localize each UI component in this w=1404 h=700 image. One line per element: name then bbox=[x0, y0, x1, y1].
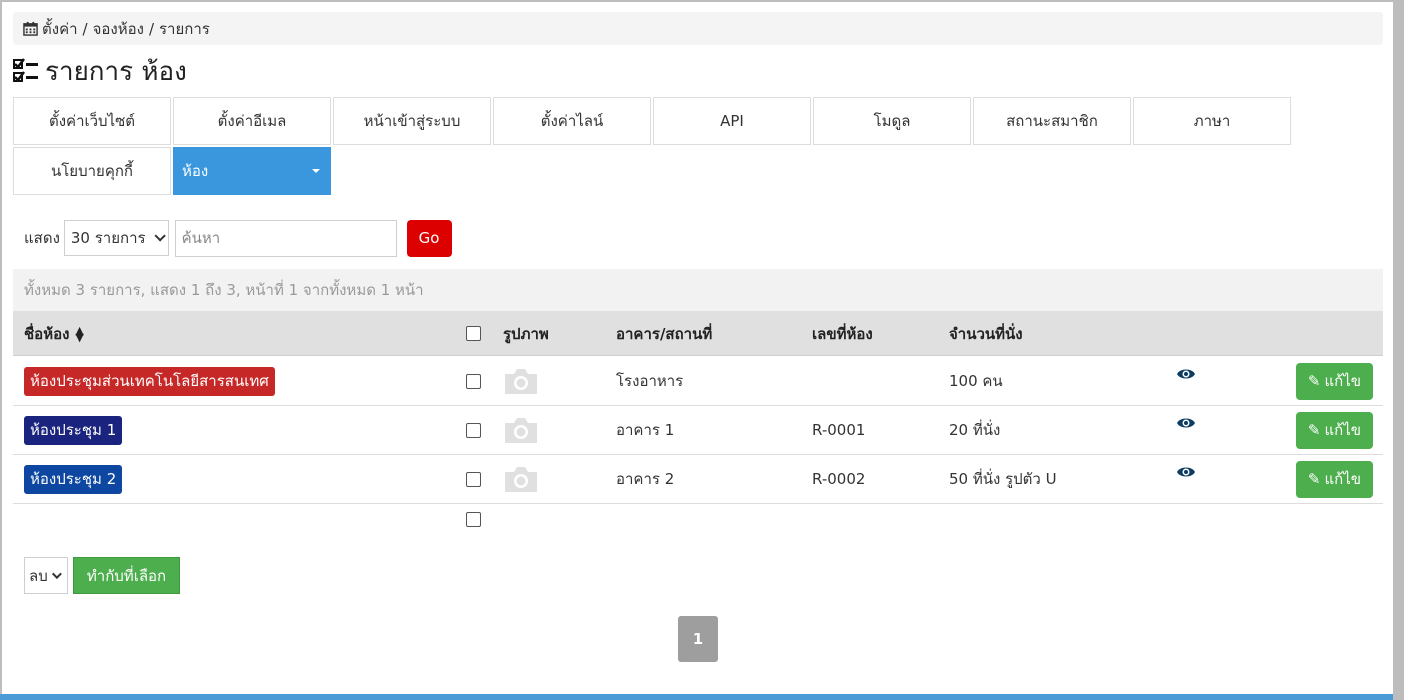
tab-label: ตั้งค่าอีเมล bbox=[217, 112, 287, 130]
list-check-icon bbox=[13, 58, 38, 82]
filter-bar: แสดง 30 รายการ Go bbox=[24, 219, 452, 257]
breadcrumb-separator: / bbox=[82, 19, 88, 38]
tab-rooms[interactable]: ห้อง bbox=[173, 147, 331, 195]
footer-checkbox-cell bbox=[466, 512, 481, 527]
page-title-row: รายการ ห้อง bbox=[13, 52, 187, 90]
eye-icon[interactable] bbox=[1176, 465, 1196, 479]
breadcrumb-booking[interactable]: จองห้อง bbox=[93, 17, 144, 41]
sort-icon: ▲ ▼ bbox=[75, 323, 84, 344]
result-summary: ทั้งหมด 3 รายการ, แสดง 1 ถึง 3, หน้าที่ … bbox=[13, 269, 1383, 311]
per-page-value: 30 รายการ bbox=[70, 229, 146, 247]
tab-member-status[interactable]: สถานะสมาชิก bbox=[973, 97, 1131, 145]
col-room-name[interactable]: ชื่อห้อง ▲ ▼ bbox=[24, 311, 84, 356]
tab-api[interactable]: API bbox=[653, 97, 811, 145]
caret-down-icon bbox=[312, 169, 320, 173]
building-cell: อาคาร 2 bbox=[616, 470, 675, 488]
tab-label: ตั้งค่าไลน์ bbox=[540, 112, 604, 130]
edit-label: แก้ไข bbox=[1324, 470, 1362, 488]
chevron-down-icon bbox=[154, 230, 166, 242]
tab-label: ห้อง bbox=[182, 162, 209, 180]
room-name-badge: ห้องประชุม 2 bbox=[24, 464, 123, 494]
apply-selected-button[interactable]: ทำกับที่เลือก bbox=[73, 557, 180, 594]
pencil-icon: ✎ bbox=[1307, 421, 1321, 439]
tab-label: สถานะสมาชิก bbox=[1006, 112, 1098, 130]
page-title: รายการ ห้อง bbox=[45, 56, 187, 87]
bottom-accent-bar bbox=[0, 694, 1393, 700]
pencil-icon: ✎ bbox=[1307, 470, 1321, 488]
tab-label: นโยบายคุกกี้ bbox=[50, 162, 134, 180]
go-button[interactable]: Go bbox=[406, 219, 452, 257]
per-page-select[interactable]: 30 รายการ bbox=[63, 220, 169, 256]
search-input[interactable] bbox=[174, 219, 397, 257]
select-all-footer-checkbox[interactable] bbox=[466, 512, 481, 527]
seats-cell: 50 ที่นั่ง รูปตัว U bbox=[949, 470, 1057, 488]
pencil-icon: ✎ bbox=[1307, 372, 1321, 390]
room-name-badge: ห้องประชุม 1 bbox=[24, 415, 123, 445]
breadcrumb-separator: / bbox=[148, 19, 154, 38]
room-number-cell: R-0001 bbox=[812, 421, 866, 439]
edit-button[interactable]: ✎ แก้ไข bbox=[1296, 362, 1373, 400]
edit-label: แก้ไข bbox=[1324, 421, 1362, 439]
bulk-action-value: ลบ bbox=[29, 566, 48, 585]
tab-line[interactable]: ตั้งค่าไลน์ bbox=[493, 97, 651, 145]
tab-label: ตั้งค่าเว็บไซต์ bbox=[48, 112, 136, 130]
tab-language[interactable]: ภาษา bbox=[1133, 97, 1291, 145]
col-image: รูปภาพ bbox=[503, 324, 549, 343]
tab-label: หน้าเข้าสู่ระบบ bbox=[363, 112, 461, 130]
tab-website[interactable]: ตั้งค่าเว็บไซต์ bbox=[13, 97, 171, 145]
col-room-name-label: ชื่อห้อง bbox=[24, 324, 70, 343]
col-building: อาคาร/สถานที่ bbox=[616, 324, 713, 343]
tab-login-page[interactable]: หน้าเข้าสู่ระบบ bbox=[333, 97, 491, 145]
tab-label: ภาษา bbox=[1193, 112, 1231, 130]
tab-cookie-policy[interactable]: นโยบายคุกกี้ bbox=[13, 147, 171, 195]
chevron-down-icon bbox=[51, 569, 62, 580]
page-frame: ตั้งค่า / จองห้อง / รายการ รายการ ห้อง ต… bbox=[2, 2, 1393, 700]
edit-button[interactable]: ✎ แก้ไข bbox=[1296, 460, 1373, 498]
eye-icon[interactable] bbox=[1176, 416, 1196, 430]
select-all-cell bbox=[466, 311, 481, 356]
col-seats: จำนวนที่นั่ง bbox=[949, 324, 1023, 343]
col-room-number: เลขที่ห้อง bbox=[812, 324, 873, 343]
camera-icon bbox=[505, 467, 537, 492]
edit-button[interactable]: ✎ แก้ไข bbox=[1296, 411, 1373, 449]
building-cell: อาคาร 1 bbox=[616, 421, 675, 439]
camera-icon bbox=[505, 369, 537, 394]
page-1-button[interactable]: 1 bbox=[678, 616, 718, 662]
eye-icon[interactable] bbox=[1176, 367, 1196, 381]
tab-label: API bbox=[720, 112, 744, 130]
table-row: ห้องประชุม 2 อาคาร 2 R-0002 50 ที่นั่ง ร… bbox=[13, 455, 1383, 504]
building-cell: โรงอาหาร bbox=[616, 372, 684, 390]
seats-cell: 100 คน bbox=[949, 372, 1003, 390]
edit-label: แก้ไข bbox=[1324, 372, 1362, 390]
bulk-action-select[interactable]: ลบ bbox=[24, 557, 68, 594]
row-checkbox[interactable] bbox=[466, 422, 481, 438]
tab-label: โมดูล bbox=[873, 112, 911, 130]
room-name-badge: ห้องประชุมส่วนเทคโนโลยีสารสนเทศ bbox=[24, 366, 275, 396]
tab-email[interactable]: ตั้งค่าอีเมล bbox=[173, 97, 331, 145]
room-number-cell: R-0002 bbox=[812, 470, 866, 488]
camera-icon bbox=[505, 418, 537, 443]
breadcrumb-list: รายการ bbox=[159, 19, 210, 38]
breadcrumb: ตั้งค่า / จองห้อง / รายการ bbox=[13, 12, 1383, 45]
tab-modules[interactable]: โมดูล bbox=[813, 97, 971, 145]
calendar-icon bbox=[23, 21, 38, 36]
breadcrumb-settings[interactable]: ตั้งค่า bbox=[42, 17, 78, 41]
seats-cell: 20 ที่นั่ง bbox=[949, 421, 1001, 439]
row-checkbox[interactable] bbox=[466, 471, 481, 487]
select-all-checkbox[interactable] bbox=[466, 326, 481, 341]
row-checkbox[interactable] bbox=[466, 373, 481, 389]
show-label: แสดง bbox=[24, 229, 60, 247]
